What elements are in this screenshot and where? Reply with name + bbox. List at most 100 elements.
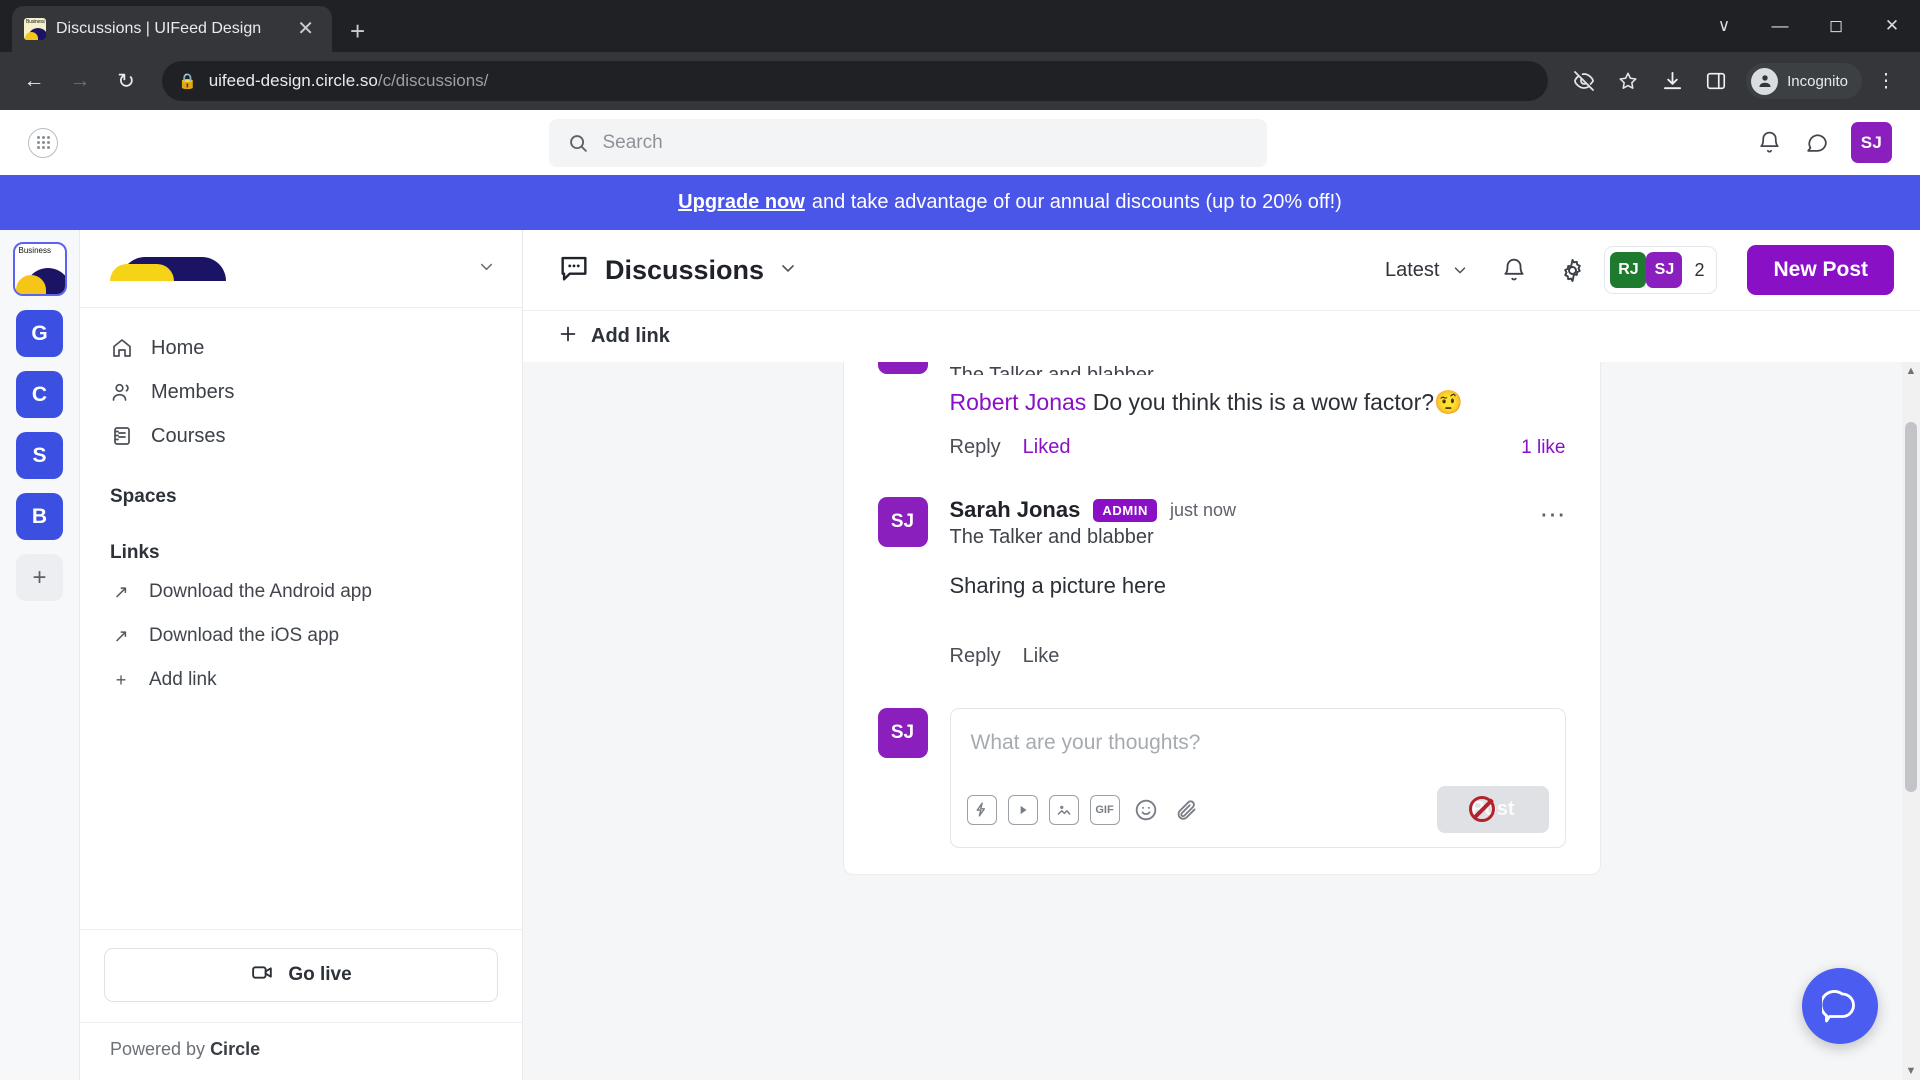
bell-icon[interactable] <box>1501 257 1527 283</box>
rail-item-g[interactable]: G <box>16 310 63 357</box>
go-live-button[interactable]: Go live <box>104 948 498 1002</box>
top-bar-actions: SJ <box>1757 122 1892 163</box>
rail-item-c[interactable]: C <box>16 371 63 418</box>
brand-logo[interactable] <box>110 253 226 285</box>
download-icon[interactable] <box>1652 61 1692 101</box>
comment-actions: Reply Liked 1 like <box>844 436 1600 459</box>
avatar-rj: RJ <box>1610 252 1647 288</box>
rail-item-s[interactable]: S <box>16 432 63 479</box>
minimize-icon[interactable]: ∨ <box>1696 16 1752 36</box>
member-avatar-group[interactable]: RJ SJ 2 <box>1604 246 1718 294</box>
upgrade-now-link[interactable]: Upgrade now <box>678 191 805 214</box>
upgrade-banner: Upgrade now and take advantage of our an… <box>0 175 1920 230</box>
user-avatar[interactable]: SJ <box>1851 122 1892 163</box>
link-item-add-link[interactable]: + Add link <box>80 658 522 702</box>
link-item-ios-app[interactable]: ↗ Download the iOS app <box>80 614 522 658</box>
back-icon[interactable]: ← <box>14 61 54 101</box>
liked-button[interactable]: Liked <box>1023 436 1071 459</box>
reply-button[interactable]: Reply <box>950 436 1001 459</box>
go-live-container: Go live <box>80 929 522 1022</box>
toolbar-actions: Incognito ⋮ <box>1564 61 1906 101</box>
comment-sub: The Talker and blabber <box>949 364 1154 375</box>
like-button[interactable]: Like <box>1023 645 1060 668</box>
side-panel-icon[interactable] <box>1696 61 1736 101</box>
new-tab-icon[interactable]: + <box>332 18 383 52</box>
sort-dropdown[interactable]: Latest <box>1385 259 1469 282</box>
scrollbar-thumb[interactable] <box>1905 422 1917 792</box>
sidebar-item-home[interactable]: Home <box>80 326 522 370</box>
window-maximize-icon[interactable]: ◻ <box>1808 16 1864 36</box>
gear-icon[interactable] <box>1559 257 1586 284</box>
community-logo-label: Business <box>18 246 51 255</box>
window-minimize-icon[interactable]: — <box>1752 16 1808 36</box>
main-header: Discussions Latest RJ SJ 2 New Post <box>523 230 1920 310</box>
tab-close-icon[interactable]: ✕ <box>291 17 320 41</box>
main-content: Discussions Latest RJ SJ 2 New Post Add … <box>523 230 1920 1080</box>
favicon-label: Business <box>26 19 45 25</box>
avatar[interactable]: SJ <box>877 497 928 547</box>
incognito-indicator[interactable]: Incognito <box>1746 63 1862 99</box>
comment-truncated: The Talker and blabber <box>844 362 1600 375</box>
lock-icon: 🔒 <box>178 73 197 90</box>
members-icon <box>110 380 134 404</box>
reload-icon[interactable]: ↻ <box>106 61 146 101</box>
star-icon[interactable] <box>1608 61 1648 101</box>
chevron-down-icon[interactable] <box>477 257 496 280</box>
post-button[interactable]: Post <box>1437 786 1549 833</box>
eye-off-icon[interactable] <box>1564 61 1604 101</box>
chevron-down-icon[interactable] <box>778 258 798 283</box>
incognito-label: Incognito <box>1787 72 1848 90</box>
home-icon <box>110 336 134 360</box>
app-top-bar: Search SJ <box>0 110 1920 175</box>
rail-item-b[interactable]: B <box>16 493 63 540</box>
scroll-down-icon[interactable]: ▼ <box>1906 1062 1917 1080</box>
chat-fab[interactable] <box>1802 968 1878 1044</box>
mention-link[interactable]: Robert Jonas <box>950 389 1087 415</box>
bell-icon[interactable] <box>1757 130 1782 155</box>
comment-header: Sarah Jonas ADMIN just now <box>950 497 1518 523</box>
reply-button[interactable]: Reply <box>950 645 1001 668</box>
add-link-label: Add link <box>591 325 670 347</box>
scrollbar[interactable]: ▲ ▼ <box>1902 362 1920 1080</box>
browser-tab[interactable]: Business Discussions | UIFeed Design ✕ <box>12 6 332 52</box>
forward-icon[interactable]: → <box>60 61 100 101</box>
sidebar-item-members[interactable]: Members <box>80 370 522 414</box>
new-post-button[interactable]: New Post <box>1747 245 1894 295</box>
image-icon[interactable] <box>1048 794 1079 825</box>
address-bar[interactable]: 🔒 uifeed-design.circle.so/c/discussions/ <box>162 61 1549 101</box>
app-grid-icon[interactable] <box>28 127 58 158</box>
gif-label: GIF <box>1095 803 1114 816</box>
links-section-title: Links <box>110 542 160 563</box>
page-body: Business G C S B + Home Members Courses … <box>0 230 1920 1080</box>
external-link-icon: ↗ <box>113 581 129 602</box>
timestamp: just now <box>1169 499 1236 520</box>
search-input[interactable]: Search <box>548 118 1267 167</box>
external-link-icon: ↗ <box>113 625 129 646</box>
lightning-bolt-icon[interactable] <box>966 794 997 825</box>
kebab-menu-icon[interactable]: ⋮ <box>1866 61 1906 101</box>
chat-bubble-icon[interactable] <box>1804 130 1829 155</box>
video-play-icon[interactable] <box>1007 794 1038 825</box>
go-live-label: Go live <box>288 964 352 985</box>
window-close-icon[interactable]: ✕ <box>1864 16 1920 36</box>
paperclip-icon[interactable] <box>1172 795 1202 825</box>
ellipsis-icon[interactable]: ⋯ <box>1540 497 1566 668</box>
emoji-smiley-icon[interactable] <box>1131 795 1161 825</box>
comment-input[interactable]: What are your thoughts? <box>951 709 1565 786</box>
status-badge: ADMIN <box>1093 498 1157 522</box>
link-item-label: Add link <box>149 669 217 690</box>
add-community-button[interactable]: + <box>16 554 63 601</box>
link-item-android-app[interactable]: ↗ Download the Android app <box>80 570 522 614</box>
comment-body: Sarah Jonas ADMIN just now The Talker an… <box>950 497 1518 668</box>
sidebar-item-courses[interactable]: Courses <box>80 414 522 458</box>
community-logo[interactable]: Business <box>12 242 67 296</box>
avatar-sj: SJ <box>1646 252 1683 288</box>
plus-icon <box>557 323 579 351</box>
author-name[interactable]: Sarah Jonas <box>950 497 1081 523</box>
scroll-up-icon[interactable]: ▲ <box>1906 362 1917 380</box>
add-link-bar[interactable]: Add link <box>523 310 1920 362</box>
gif-icon[interactable]: GIF <box>1089 794 1120 825</box>
composer-box: What are your thoughts? GIF Post <box>949 708 1566 848</box>
like-count[interactable]: 1 like <box>1521 437 1565 459</box>
